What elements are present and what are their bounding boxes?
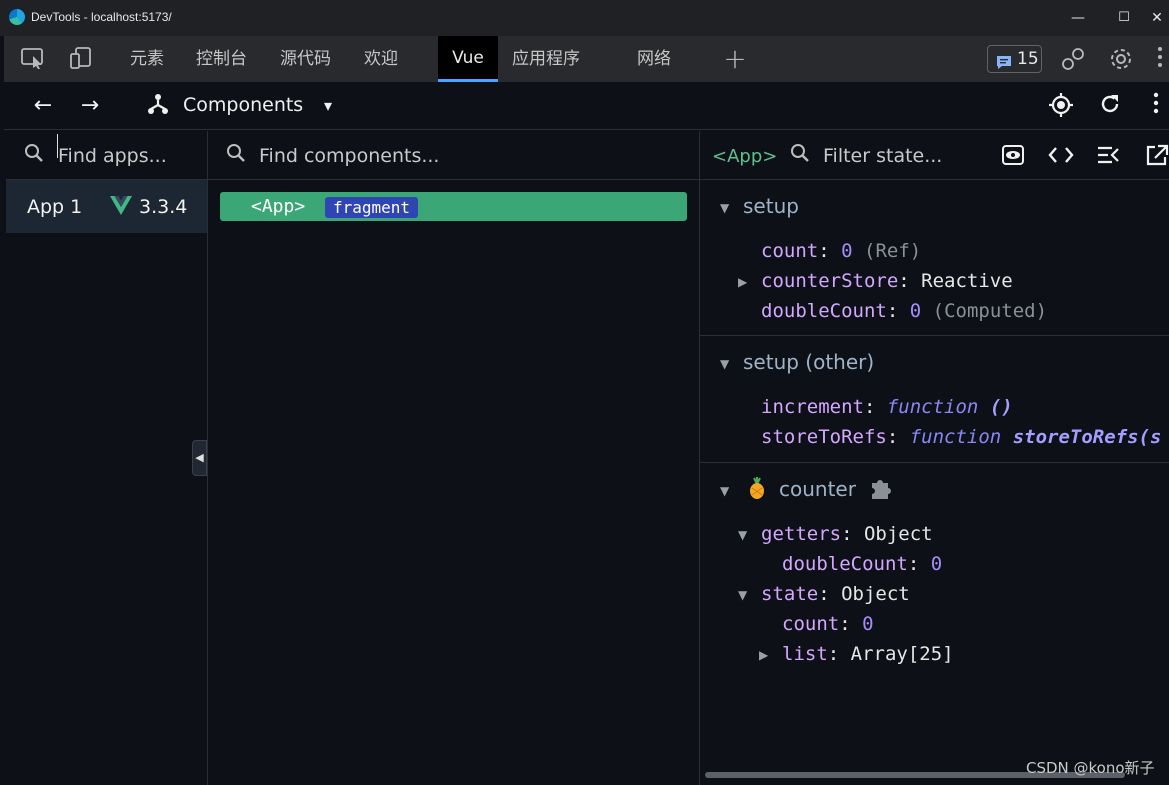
tab-network[interactable]: 网络 (637, 36, 671, 82)
tab-elements[interactable]: 元素 (130, 36, 164, 82)
tab-application[interactable]: 应用程序 (512, 36, 580, 82)
close-button[interactable]: ✕ (1145, 6, 1169, 30)
apps-panel-divider (207, 131, 208, 785)
components-search-input[interactable]: Find components... (259, 145, 439, 167)
components-tree-icon (144, 92, 172, 120)
state-row-increment[interactable]: increment: function () (761, 396, 1013, 418)
search-icon (226, 143, 246, 168)
setup-section-title: setup (743, 194, 799, 218)
state-row-doublecount[interactable]: doubleCount: 0 (Computed) (761, 300, 1047, 322)
setup-other-section-toggle[interactable]: ▼ (720, 357, 729, 371)
state-row-counterstore[interactable]: counterStore: Reactive (761, 270, 1013, 292)
setup-section-toggle[interactable]: ▼ (720, 201, 729, 215)
search-icon (790, 143, 810, 168)
counter-section-toggle[interactable]: ▼ (720, 484, 729, 498)
state-row-storetorefs[interactable]: storeToRefs: function storeToRefs(s (761, 426, 1169, 448)
window-titlebar (0, 0, 1169, 36)
scroll-to-component-eye-icon[interactable] (1001, 144, 1025, 170)
expand-counterstore-toggle[interactable]: ▶ (738, 275, 747, 289)
tab-sources[interactable]: 源代码 (280, 36, 331, 82)
tab-welcome[interactable]: 欢迎 (364, 36, 398, 82)
component-tag: <App> (251, 196, 306, 217)
refresh-icon[interactable] (1096, 92, 1124, 120)
puzzle-piece-icon (868, 477, 892, 505)
counter-section-title: counter (779, 477, 856, 501)
section-divider (700, 335, 1169, 336)
message-icon (996, 52, 1012, 78)
state-row-getters[interactable]: getters: Object (761, 523, 933, 545)
fragment-badge: fragment (325, 197, 419, 218)
app-name: App 1 (27, 196, 83, 218)
vue-toolbar (4, 82, 1169, 130)
more-options-icon[interactable] (1146, 92, 1166, 120)
inspect-element-icon[interactable] (19, 46, 47, 72)
issues-badge[interactable]: 15 (987, 45, 1042, 73)
state-row-state-count[interactable]: count: 0 (782, 613, 874, 635)
issues-count: 15 (1017, 49, 1039, 69)
minimize-button[interactable]: — (1061, 6, 1095, 30)
more-vertical-icon[interactable] (1151, 46, 1169, 72)
window-title: DevTools - localhost:5173/ (31, 10, 172, 24)
state-row-getters-doublecount[interactable]: doubleCount: 0 (782, 553, 942, 575)
watermark: CSDN @kono新子 (1026, 759, 1155, 777)
app-vue-version: 3.3.4 (139, 196, 188, 218)
state-row-list[interactable]: list: Array[25] (782, 643, 954, 665)
collapse-panel-button[interactable]: ◀ (192, 440, 207, 476)
edge-logo-icon (9, 9, 25, 25)
search-icon (24, 143, 44, 168)
select-component-target-icon[interactable] (1047, 92, 1075, 120)
expand-list-toggle[interactable]: ▶ (759, 648, 768, 662)
code-brackets-icon[interactable] (1048, 145, 1074, 169)
pinia-pineapple-icon (746, 476, 768, 504)
filter-state-input[interactable]: Filter state... (823, 145, 942, 167)
maximize-button[interactable]: ☐ (1107, 6, 1141, 30)
apps-search-input[interactable]: Find apps... (58, 145, 167, 167)
forward-arrow-icon[interactable]: → (76, 92, 104, 120)
back-arrow-icon[interactable]: ← (29, 92, 57, 120)
setup-other-section-title: setup (other) (743, 350, 875, 374)
inspector-panel-divider (699, 131, 700, 785)
getters-toggle[interactable]: ▼ (738, 528, 747, 542)
device-toolbar-icon[interactable] (67, 46, 95, 72)
inspect-dom-icon[interactable] (1096, 145, 1120, 169)
tab-vue[interactable]: Vue (438, 36, 498, 82)
vue-logo-icon (110, 195, 132, 217)
open-in-editor-icon[interactable] (1145, 144, 1169, 170)
tab-console[interactable]: 控制台 (196, 36, 247, 82)
feedback-icon[interactable] (1059, 46, 1087, 72)
state-row-state[interactable]: state: Object (761, 583, 910, 605)
components-view-label[interactable]: Components (183, 94, 303, 116)
selected-component-tag: <App> (712, 146, 778, 167)
add-tab-button[interactable]: + (721, 45, 749, 73)
section-divider (700, 462, 1169, 463)
chevron-down-icon[interactable]: ▾ (314, 92, 342, 120)
settings-gear-icon[interactable] (1107, 46, 1135, 72)
state-row-count[interactable]: count: 0 (Ref) (761, 240, 921, 262)
state-toggle[interactable]: ▼ (738, 588, 747, 602)
